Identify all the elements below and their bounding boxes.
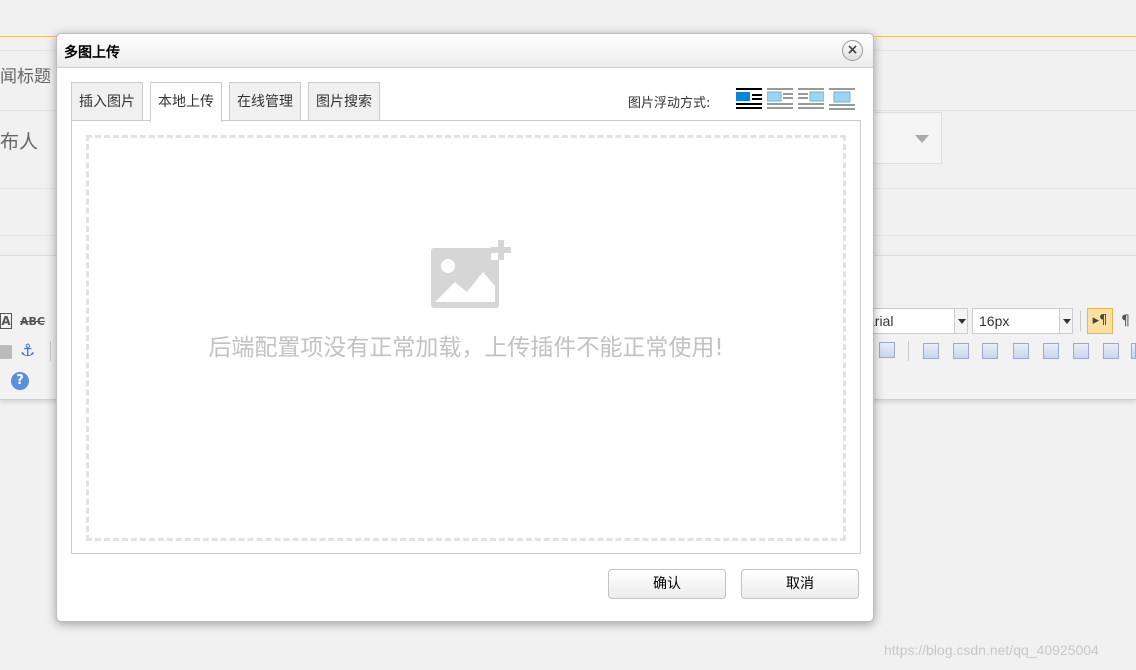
- insert-column-icon[interactable]: [1073, 343, 1089, 359]
- local-upload-panel: 后端配置项没有正常加载，上传插件不能正常使用!: [71, 120, 861, 554]
- tab-local-upload[interactable]: 本地上传: [150, 82, 222, 122]
- tab-online-manage[interactable]: 在线管理: [229, 82, 301, 121]
- insert-row-icon[interactable]: [1013, 343, 1029, 359]
- float-center-icon[interactable]: [829, 88, 855, 110]
- publisher-label: 布人: [0, 131, 39, 153]
- toolbar-separator: [50, 341, 51, 361]
- chevron-down-icon: [1059, 309, 1072, 333]
- anchor-icon[interactable]: ⚓: [20, 341, 35, 361]
- chevron-down-icon: [915, 135, 929, 143]
- merge-cells-icon[interactable]: [1131, 343, 1136, 359]
- toolbar-separator: [908, 341, 909, 361]
- font-size-select[interactable]: 16px: [972, 308, 1073, 334]
- upload-error-message: 后端配置项没有正常加载，上传插件不能正常使用!: [208, 335, 724, 361]
- format-painter-icon[interactable]: [0, 345, 12, 359]
- float-left-icon[interactable]: [767, 88, 793, 110]
- chevron-down-icon: [954, 309, 967, 333]
- cancel-button[interactable]: 取消: [741, 569, 859, 599]
- dialog-header: 多图上传 ×: [57, 34, 873, 68]
- font-family-select[interactable]: arial: [860, 308, 968, 334]
- confirm-button[interactable]: 确认: [608, 569, 726, 599]
- insert-paragraph-before-table-icon[interactable]: [982, 343, 998, 359]
- upload-drop-zone[interactable]: 后端配置项没有正常加载，上传插件不能正常使用!: [86, 135, 846, 541]
- dialog-title: 多图上传: [64, 45, 120, 61]
- strikethrough-tool[interactable]: ABC: [20, 315, 45, 328]
- tab-insert-image[interactable]: 插入图片: [71, 82, 143, 121]
- float-none-icon[interactable]: [736, 88, 762, 110]
- multi-image-upload-dialog: 多图上传 × 插入图片 本地上传 在线管理 图片搜索 图片浮动方式: 后端配置项…: [56, 33, 874, 622]
- watermark: https://blog.csdn.net/qq_40925004: [884, 642, 1099, 658]
- ltr-paragraph-button[interactable]: ▸¶: [1087, 308, 1113, 334]
- text-style-tool[interactable]: A: [0, 313, 12, 329]
- delete-column-icon[interactable]: [1103, 343, 1119, 359]
- rtl-paragraph-icon[interactable]: ¶: [1121, 313, 1130, 329]
- insert-table-icon[interactable]: [923, 343, 939, 359]
- image-float-label: 图片浮动方式:: [628, 96, 711, 111]
- delete-row-icon[interactable]: [1043, 343, 1059, 359]
- toolbar-separator: [1080, 311, 1081, 331]
- tab-image-search[interactable]: 图片搜索: [308, 82, 380, 121]
- font-size-value: 16px: [979, 313, 1010, 329]
- float-right-icon[interactable]: [798, 88, 824, 110]
- help-icon[interactable]: ?: [11, 372, 29, 390]
- news-title-label: 闻标题: [0, 67, 51, 87]
- add-image-icon: [431, 238, 513, 308]
- insert-image-icon[interactable]: [879, 342, 895, 358]
- delete-table-icon[interactable]: [953, 343, 969, 359]
- close-icon[interactable]: ×: [842, 40, 863, 61]
